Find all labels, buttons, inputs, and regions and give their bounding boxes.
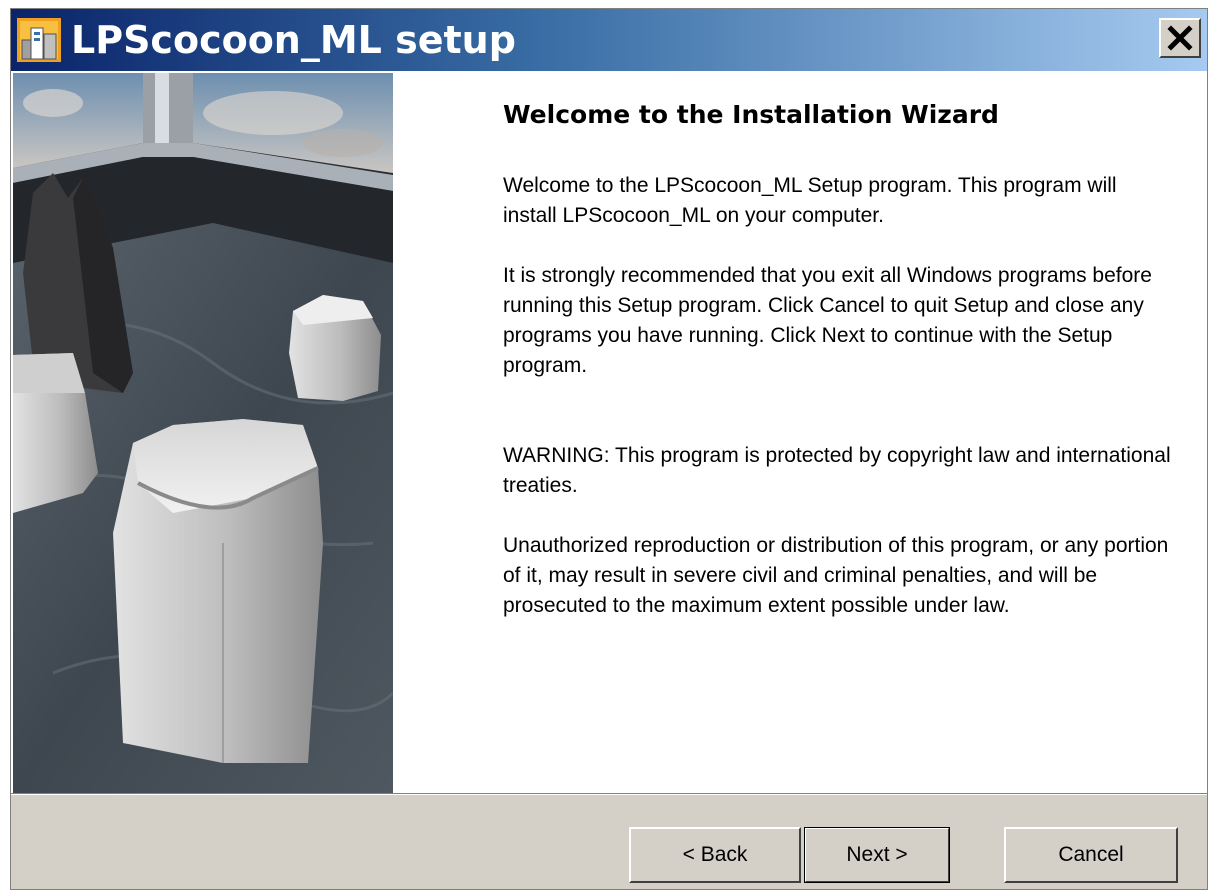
wizard-side-image [13, 73, 393, 793]
setup-window: LPScocoon_ML setup Welcome to the Instal… [10, 8, 1208, 890]
close-icon [1167, 25, 1193, 51]
footer-divider [11, 793, 1207, 795]
recommendation-paragraph: It is strongly recommended that you exit… [503, 264, 1152, 377]
legal-paragraph: Unauthorized reproduction or distributio… [503, 534, 1169, 617]
wizard-heading: Welcome to the Installation Wizard [503, 100, 999, 129]
next-button[interactable]: Next > [804, 827, 950, 883]
title-bar[interactable]: LPScocoon_ML setup [11, 9, 1207, 71]
close-button[interactable] [1159, 18, 1201, 58]
window-title: LPScocoon_ML setup [71, 18, 516, 62]
wizard-content: Welcome to the Installation Wizard Welco… [11, 71, 1207, 793]
back-button[interactable]: < Back [629, 827, 801, 883]
warning-paragraph: WARNING: This program is protected by co… [503, 444, 1171, 497]
cancel-button[interactable]: Cancel [1004, 827, 1178, 883]
welcome-paragraph: Welcome to the LPScocoon_ML Setup progra… [503, 174, 1117, 227]
setup-app-icon [17, 18, 61, 62]
wizard-text: Welcome to the Installation Wizard Welco… [503, 97, 1173, 621]
